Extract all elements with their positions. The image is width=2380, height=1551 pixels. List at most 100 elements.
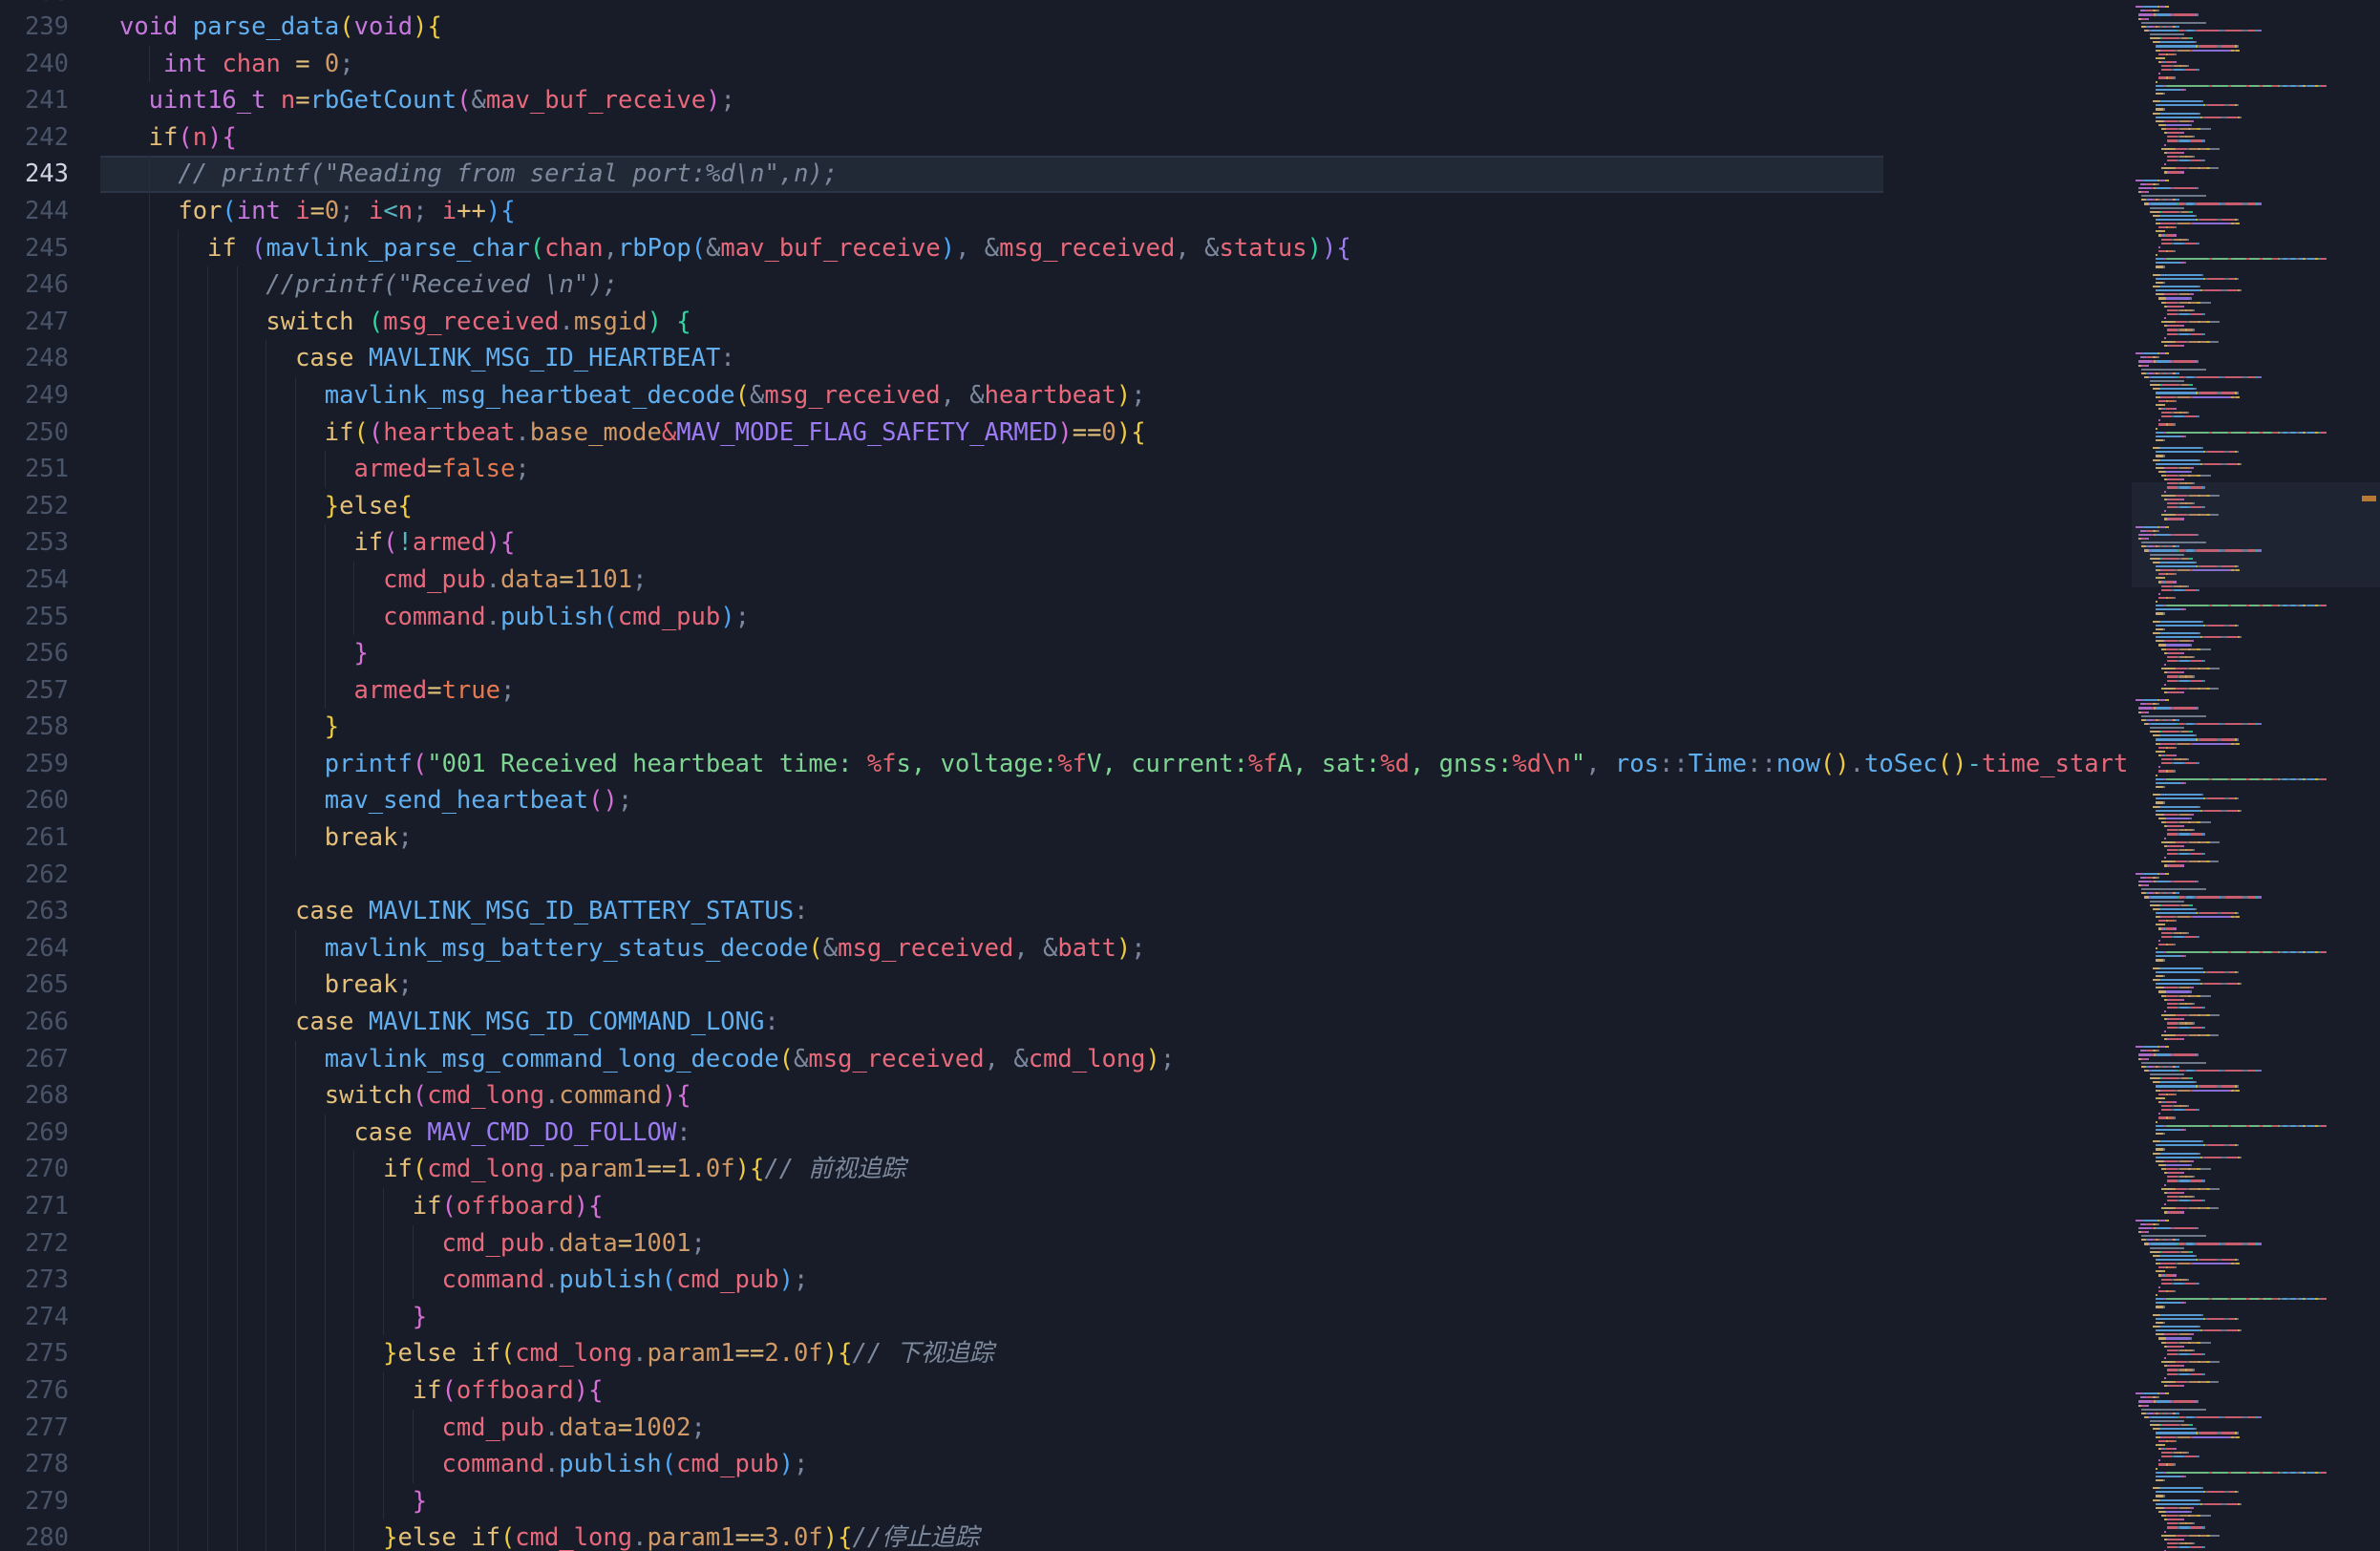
minimap-line [2136, 1192, 2327, 1194]
code-line[interactable]: 279} [0, 1483, 2132, 1520]
code-token: { [838, 1339, 852, 1368]
code-line[interactable]: 239void parse_data(void){ [0, 9, 2132, 46]
code-token: ( [662, 1265, 676, 1294]
code-line[interactable]: 248case MAVLINK_MSG_ID_HEARTBEAT: [0, 340, 2132, 377]
minimap-line [2136, 990, 2327, 992]
code-token: MAVLINK_MSG_ID_BATTERY_STATUS [369, 897, 794, 925]
code-text: if (mavlink_parse_char(chan,rbPop(&mav_b… [119, 230, 1351, 267]
gutter: 278 [0, 1446, 100, 1483]
code-token: - [1966, 750, 1981, 778]
minimap-line [2136, 1207, 2327, 1209]
code-token: ( [500, 1523, 515, 1551]
code-token: { [222, 123, 236, 152]
code-token: param1 [647, 1523, 734, 1551]
code-line[interactable]: 238 [0, 0, 2132, 9]
code-token: ) [823, 1523, 838, 1551]
code-token: : [764, 1008, 778, 1036]
code-line[interactable]: 251armed=false; [0, 451, 2132, 488]
minimap-line [2136, 195, 2327, 197]
minimap-line [2136, 1211, 2327, 1213]
code-line[interactable]: 257armed=true; [0, 672, 2132, 710]
minimap-line [2136, 1283, 2327, 1285]
code-line[interactable]: 265break; [0, 967, 2132, 1004]
code-line[interactable]: 253if(!armed){ [0, 524, 2132, 562]
code-line[interactable]: 247switch (msg_received.msgid) { [0, 304, 2132, 341]
code-text: case MAVLINK_MSG_ID_BATTERY_STATUS: [119, 893, 808, 930]
code-line[interactable]: 256} [0, 635, 2132, 672]
minimap-line [2136, 1014, 2327, 1016]
minimap-line [2136, 278, 2327, 280]
code-line[interactable]: 260mav_send_heartbeat(); [0, 782, 2132, 819]
code-line[interactable]: 274} [0, 1299, 2132, 1336]
code-token: ) [720, 603, 734, 631]
minimap-line [2136, 967, 2327, 969]
minimap-line [2136, 478, 2327, 480]
code-text: break; [119, 967, 413, 1004]
minimap-line [2136, 597, 2327, 599]
code-line[interactable]: 259printf("001 Received heartbeat time: … [0, 746, 2132, 783]
code-line[interactable]: 255command.publish(cmd_pub); [0, 599, 2132, 636]
code-line[interactable]: 250if((heartbeat.base_mode&MAV_MODE_FLAG… [0, 414, 2132, 452]
code-line[interactable]: 267mavlink_msg_command_long_decode(&msg_… [0, 1041, 2132, 1078]
minimap-line [2136, 589, 2327, 591]
minimap-line [2136, 1259, 2327, 1261]
code-line[interactable]: 277cmd_pub.data=1002; [0, 1410, 2132, 1447]
minimap-line [2136, 1322, 2327, 1324]
code-token: } [325, 492, 339, 521]
minimap-line [2136, 419, 2327, 421]
code-line[interactable]: 280}else if(cmd_long.param1==3.0f){//停止追… [0, 1519, 2132, 1551]
minimap-line [2136, 979, 2327, 981]
code-line[interactable]: 246 //printf("Received \n"); [0, 266, 2132, 304]
code-line[interactable]: 245if (mavlink_parse_char(chan,rbPop(&ma… [0, 230, 2132, 267]
gutter: 264 [0, 930, 100, 967]
code-line[interactable]: 254cmd_pub.data=1101; [0, 562, 2132, 599]
minimap[interactable] [2132, 0, 2380, 1551]
code-line[interactable]: 262 [0, 857, 2132, 894]
code-token: publish [559, 1450, 661, 1478]
code-line[interactable]: 249mavlink_msg_heartbeat_decode(&msg_rec… [0, 377, 2132, 414]
code-line[interactable]: 252}else{ [0, 488, 2132, 525]
code-token: mavlink_msg_command_long_decode [325, 1045, 779, 1073]
code-line[interactable]: 242if(n){ [0, 119, 2132, 157]
minimap-line [2136, 944, 2327, 945]
code-line[interactable]: 271if(offboard){ [0, 1188, 2132, 1225]
code-line[interactable]: 266case MAVLINK_MSG_ID_COMMAND_LONG: [0, 1004, 2132, 1041]
code-line[interactable]: 270if(cmd_long.param1==1.0f){// 前视追踪 [0, 1151, 2132, 1188]
code-line[interactable]: 269case MAV_CMD_DO_FOLLOW: [0, 1115, 2132, 1152]
code-line[interactable]: 243// printf("Reading from serial port:%… [0, 156, 2132, 193]
code-line[interactable]: 278command.publish(cmd_pub); [0, 1446, 2132, 1483]
code-line[interactable]: 241uint16_t n=rbGetCount(&mav_buf_receiv… [0, 82, 2132, 119]
minimap-slider[interactable] [2132, 482, 2380, 587]
code-line[interactable]: 264mavlink_msg_battery_status_decode(&ms… [0, 930, 2132, 967]
code-text: //printf("Received \n"); [119, 266, 618, 304]
gutter: 241 [0, 82, 100, 119]
code-line[interactable]: 244for(int i=0; i<n; i++){ [0, 193, 2132, 230]
minimap-line [2136, 380, 2327, 382]
code-token: cmd_pub [441, 1229, 543, 1258]
code-line[interactable]: 272cmd_pub.data=1001; [0, 1225, 2132, 1263]
minimap-line [2136, 1361, 2327, 1363]
minimap-line [2136, 1519, 2327, 1520]
code-line[interactable]: 258} [0, 709, 2132, 746]
line-number: 246 [0, 266, 100, 304]
code-token: ) [1322, 234, 1336, 263]
scrollbar[interactable] [2359, 0, 2380, 1551]
minimap-line [2136, 896, 2327, 898]
minimap-line [2136, 1109, 2327, 1111]
code-token: switch [325, 1081, 413, 1110]
code-line[interactable]: 263case MAVLINK_MSG_ID_BATTERY_STATUS: [0, 893, 2132, 930]
code-line[interactable]: 261break; [0, 819, 2132, 857]
minimap-line [2136, 734, 2327, 736]
minimap-line [2136, 1094, 2327, 1095]
code-line[interactable]: 268switch(cmd_long.command){ [0, 1077, 2132, 1115]
code-area[interactable]: 238239void parse_data(void){240int chan … [0, 0, 2132, 1551]
code-line[interactable]: 240int chan = 0; [0, 46, 2132, 83]
gutter: 244 [0, 193, 100, 230]
code-token: ; [794, 1265, 808, 1294]
code-token: ) [662, 1081, 676, 1110]
code-line[interactable]: 276if(offboard){ [0, 1372, 2132, 1410]
code-token: ; [691, 1413, 706, 1442]
code-line[interactable]: 275}else if(cmd_long.param1==2.0f){// 下视… [0, 1335, 2132, 1372]
code-line[interactable]: 273command.publish(cmd_pub); [0, 1262, 2132, 1299]
code-token: :: [1747, 750, 1776, 778]
